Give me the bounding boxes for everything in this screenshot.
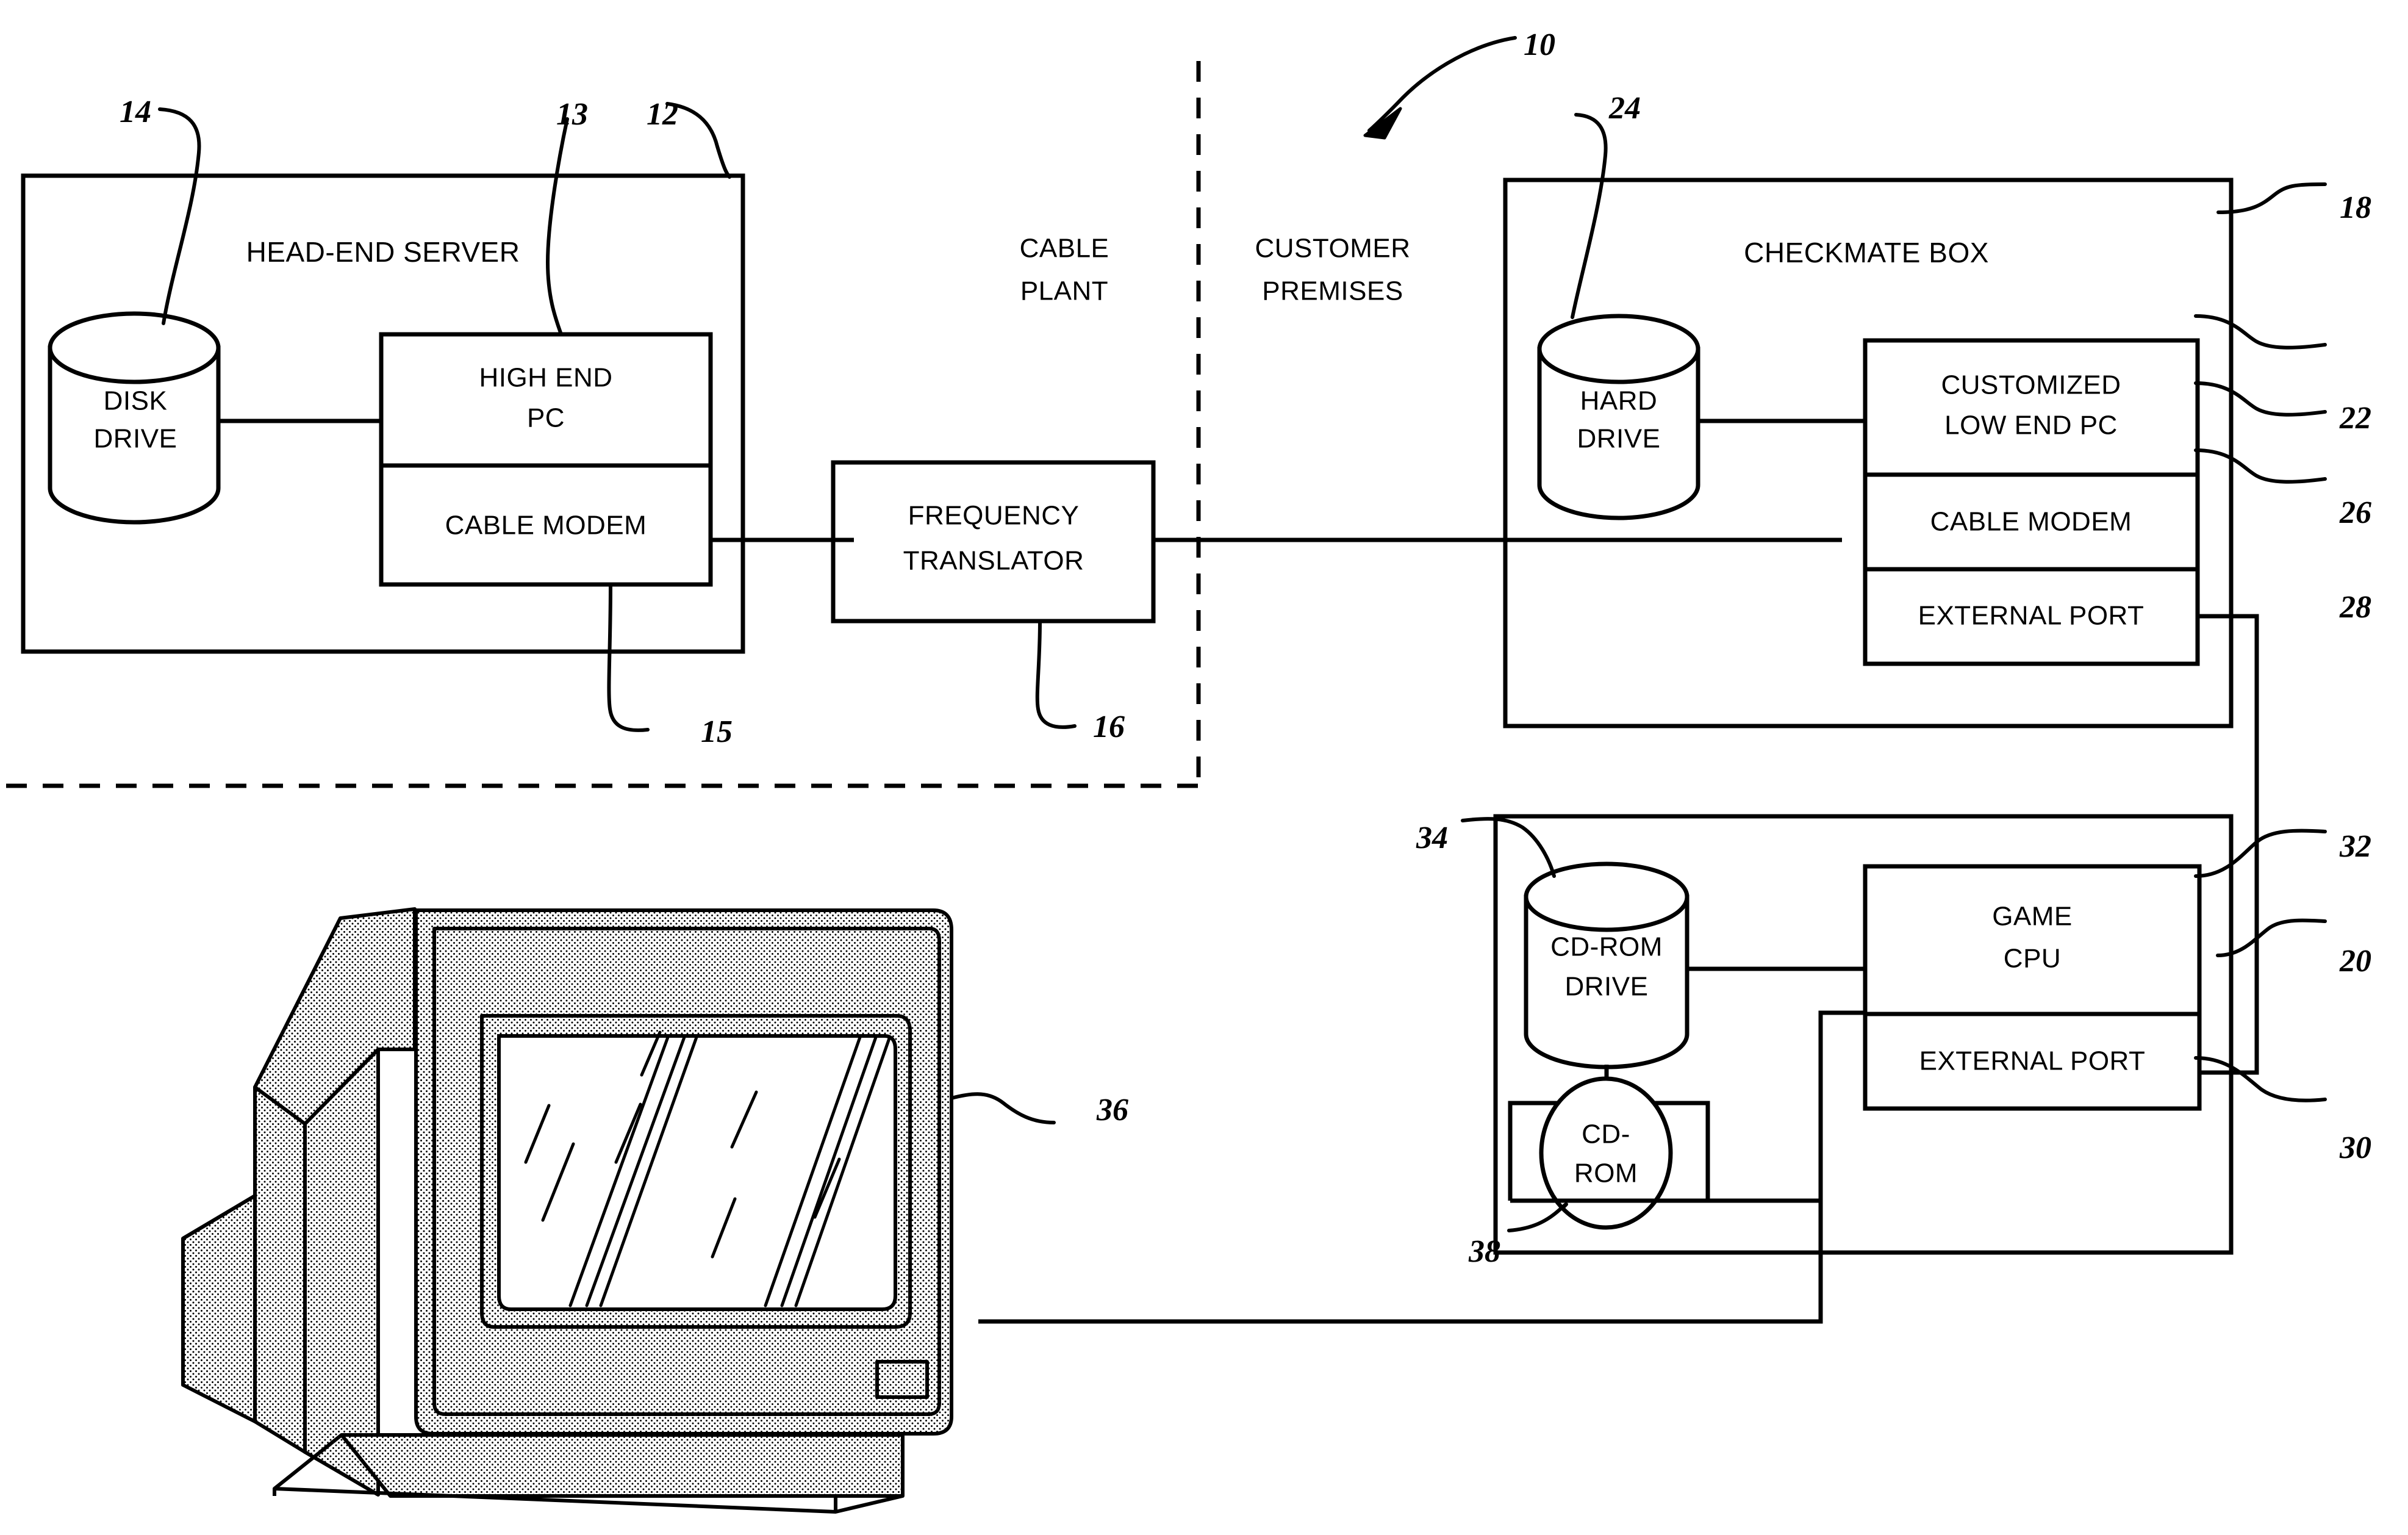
refnum-head-end-server: 12 <box>647 97 678 132</box>
refnum-system: 10 <box>1524 27 1555 62</box>
label-external-port-checkmate: EXTERNAL PORT <box>1918 601 2145 631</box>
label-cdrom-disc-line2: ROM <box>1574 1159 1638 1188</box>
refnum-high-end-pc: 13 <box>556 97 588 132</box>
refnum-cable-modem-head-end: 15 <box>701 714 733 749</box>
label-high-end-pc-line2: PC <box>527 403 565 433</box>
label-customer-premises-line2: PREMISES <box>1262 276 1403 306</box>
refnum-frequency-translator: 16 <box>1093 710 1125 744</box>
label-head-end-server: HEAD-END SERVER <box>246 236 520 268</box>
label-cable-plant-line2: PLANT <box>1020 276 1108 306</box>
refnum-customized-low-end-pc: 22 <box>2339 401 2371 436</box>
refnum-cdrom-drive: 34 <box>1416 821 1448 855</box>
label-svg: HEAD-END SERVER DISK DRIVE HIGH END PC C… <box>94 27 2371 1269</box>
refnum-cable-modem-checkmate: 26 <box>2339 495 2371 530</box>
refnum-cdrom-disc: 38 <box>1468 1234 1500 1269</box>
label-external-port-game: EXTERNAL PORT <box>1919 1046 2146 1076</box>
label-customized-low-end-pc-line1: CUSTOMIZED <box>1941 370 2121 400</box>
label-customer-premises-line1: CUSTOMER <box>1255 234 1411 264</box>
label-game-cpu-line1: GAME <box>1992 902 2073 932</box>
label-cable-modem-head-end: CABLE MODEM <box>445 511 647 541</box>
refnum-game-cpu: 32 <box>2339 829 2371 864</box>
refnum-external-port-game: 30 <box>2339 1131 2371 1165</box>
label-cdrom-drive-line1: CD-ROM <box>1550 932 1663 962</box>
label-frequency-translator-line2: TRANSLATOR <box>903 546 1084 576</box>
label-high-end-pc-line1: HIGH END <box>479 363 612 393</box>
refnum-checkmate-box: 18 <box>2340 190 2371 225</box>
label-disk-drive-line2: DRIVE <box>94 424 177 454</box>
label-cdrom-disc-line1: CD- <box>1582 1120 1630 1149</box>
label-frequency-translator-line1: FREQUENCY <box>908 501 1080 531</box>
refnum-disk-drive: 14 <box>120 95 151 129</box>
label-cable-modem-checkmate: CABLE MODEM <box>1930 507 2132 537</box>
refnum-television: 36 <box>1096 1093 1128 1127</box>
label-disk-drive-line1: DISK <box>104 386 168 416</box>
label-hard-drive-line2: DRIVE <box>1577 424 1661 454</box>
refnum-game-console: 20 <box>2339 944 2371 979</box>
refnum-hard-drive: 24 <box>1608 91 1641 126</box>
label-hard-drive-line1: HARD <box>1580 386 1658 416</box>
label-game-cpu-line2: CPU <box>2004 944 2061 974</box>
patent-figure-canvas: HEAD-END SERVER DISK DRIVE HIGH END PC C… <box>0 0 2408 1535</box>
label-cable-plant-line1: CABLE <box>1020 234 1109 264</box>
label-checkmate-box: CHECKMATE BOX <box>1744 237 1989 268</box>
label-cdrom-drive-line2: DRIVE <box>1565 972 1649 1002</box>
label-customized-low-end-pc-line2: LOW END PC <box>1944 411 2118 440</box>
refnum-external-port-checkmate: 28 <box>2339 590 2371 625</box>
